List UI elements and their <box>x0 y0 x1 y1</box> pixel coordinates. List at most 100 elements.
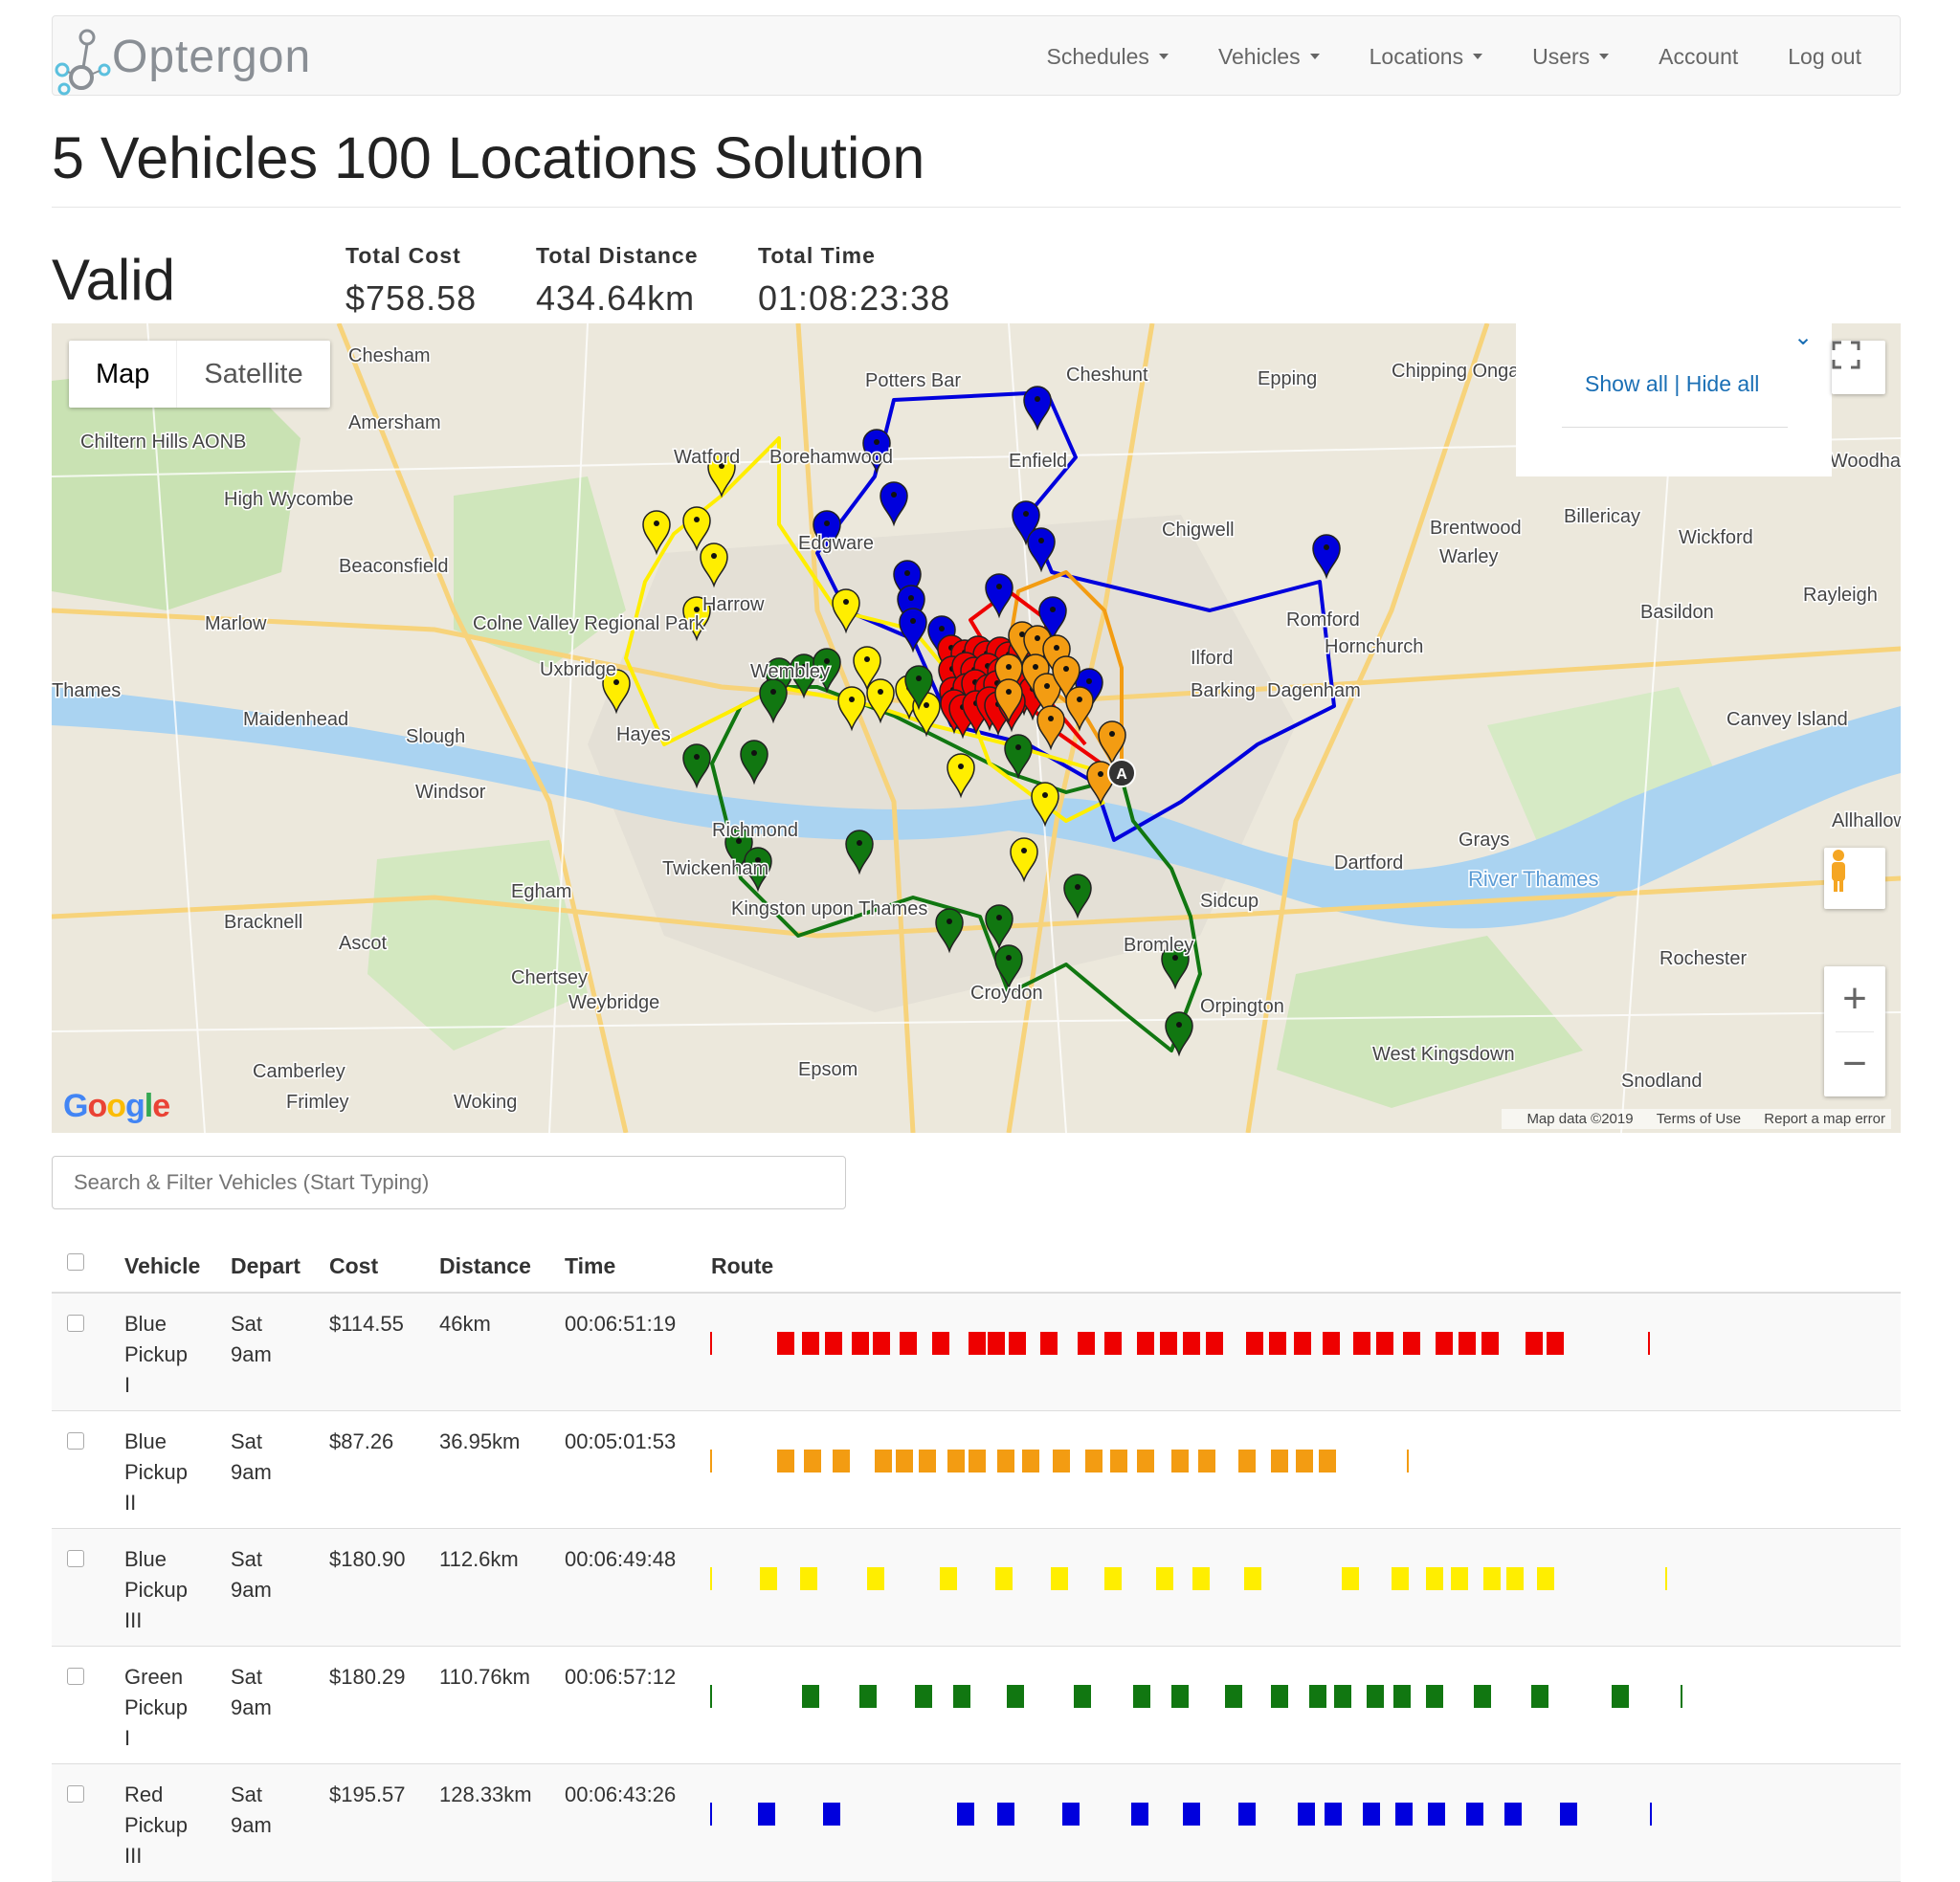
route-stop-block[interactable] <box>953 1685 970 1708</box>
route-stop-block[interactable] <box>1483 1567 1501 1590</box>
route-stop-block[interactable] <box>1334 1685 1351 1708</box>
route-stop-block[interactable] <box>1074 1685 1091 1708</box>
map-type-map-button[interactable]: Map <box>69 341 176 408</box>
nav-schedules[interactable]: Schedules <box>1047 44 1169 70</box>
show-all-link[interactable]: Show all <box>1585 371 1668 396</box>
route-stop-block[interactable] <box>1183 1332 1200 1355</box>
route-stop-block[interactable] <box>1537 1567 1554 1590</box>
nav-account[interactable]: Account <box>1659 44 1738 70</box>
route-stop-block[interactable] <box>833 1450 850 1472</box>
route-stop-block[interactable] <box>1238 1450 1256 1472</box>
route-stop-block[interactable] <box>825 1332 842 1355</box>
route-stop-block[interactable] <box>1426 1567 1443 1590</box>
table-row[interactable]: Red Pickup III Sat 9am $195.57 128.33km … <box>52 1764 1901 1882</box>
route-stop-block[interactable] <box>1395 1803 1413 1826</box>
row-select-checkbox[interactable] <box>67 1668 84 1685</box>
nav-users[interactable]: Users <box>1532 44 1610 70</box>
route-stop-block[interactable] <box>896 1450 913 1472</box>
route-stop-block[interactable] <box>1481 1332 1499 1355</box>
route-stop-block[interactable] <box>1363 1803 1380 1826</box>
route-stop-block[interactable] <box>1296 1450 1313 1472</box>
route-stop-block[interactable] <box>1110 1450 1127 1472</box>
vehicle-search-input[interactable] <box>52 1156 846 1209</box>
route-stop-block[interactable] <box>1156 1567 1173 1590</box>
route-stop-block[interactable] <box>1309 1685 1326 1708</box>
table-row[interactable]: Blue Pickup III Sat 9am $180.90 112.6km … <box>52 1529 1901 1647</box>
map-marker-yellow[interactable] <box>682 506 711 552</box>
route-stop-block[interactable] <box>760 1567 777 1590</box>
route-stop-block[interactable] <box>1325 1803 1342 1826</box>
route-stop-block[interactable] <box>800 1567 817 1590</box>
route-map[interactable]: A Chesham Amersham Chiltern Hills AONB High… <box>52 323 1901 1133</box>
table-row[interactable]: Blue Pickup I Sat 9am $114.55 46km 00:06… <box>52 1294 1901 1411</box>
route-stop-block[interactable] <box>1526 1332 1543 1355</box>
route-stop-block[interactable] <box>1160 1332 1177 1355</box>
zoom-in-button[interactable]: + <box>1842 966 1867 1031</box>
route-stop-block[interactable] <box>802 1332 819 1355</box>
route-stop-block[interactable] <box>1198 1450 1215 1472</box>
route-stop-block[interactable] <box>1271 1685 1288 1708</box>
nav-vehicles[interactable]: Vehicles <box>1218 44 1320 70</box>
route-stop-block[interactable] <box>900 1332 917 1355</box>
route-stop-block[interactable] <box>777 1450 794 1472</box>
route-stop-block[interactable] <box>758 1803 775 1826</box>
route-stop-block[interactable] <box>1171 1450 1189 1472</box>
route-stop-block[interactable] <box>1547 1332 1564 1355</box>
route-stop-block[interactable] <box>1367 1685 1384 1708</box>
route-stop-block[interactable] <box>957 1803 974 1826</box>
map-type-satellite-button[interactable]: Satellite <box>176 341 329 408</box>
route-stop-block[interactable] <box>1271 1450 1288 1472</box>
route-stop-block[interactable] <box>852 1332 869 1355</box>
route-stop-block[interactable] <box>1392 1567 1409 1590</box>
depot-marker[interactable]: A <box>1107 759 1136 787</box>
row-select-checkbox[interactable] <box>67 1785 84 1803</box>
route-stop-block[interactable] <box>932 1332 949 1355</box>
route-stop-block[interactable] <box>1466 1803 1483 1826</box>
route-stop-block[interactable] <box>1342 1567 1359 1590</box>
route-stop-block[interactable] <box>1053 1450 1070 1472</box>
route-stop-block[interactable] <box>1246 1332 1263 1355</box>
report-error-link[interactable]: Report a map error <box>1764 1111 1885 1127</box>
route-stop-block[interactable] <box>1319 1450 1336 1472</box>
route-stop-block[interactable] <box>867 1567 884 1590</box>
route-stop-block[interactable] <box>997 1450 1014 1472</box>
route-stop-block[interactable] <box>1323 1332 1340 1355</box>
header-cost[interactable]: Cost <box>329 1253 378 1279</box>
route-stop-block[interactable] <box>777 1332 794 1355</box>
route-stop-block[interactable] <box>1428 1803 1445 1826</box>
route-stop-block[interactable] <box>1238 1803 1256 1826</box>
nav-logout[interactable]: Log out <box>1788 44 1861 70</box>
zoom-out-button[interactable]: − <box>1842 1032 1867 1097</box>
select-all-checkbox[interactable] <box>67 1253 84 1271</box>
route-stop-block[interactable] <box>1393 1685 1411 1708</box>
route-stop-block[interactable] <box>969 1450 986 1472</box>
route-stop-block[interactable] <box>1298 1803 1315 1826</box>
route-stop-block[interactable] <box>1137 1450 1154 1472</box>
route-stop-block[interactable] <box>1225 1685 1242 1708</box>
route-stop-block[interactable] <box>915 1685 932 1708</box>
route-stop-block[interactable] <box>1353 1332 1370 1355</box>
terms-link[interactable]: Terms of Use <box>1657 1111 1741 1127</box>
route-stop-block[interactable] <box>1426 1685 1443 1708</box>
table-row[interactable]: Blue Pickup II Sat 9am $87.26 36.95km 00… <box>52 1411 1901 1529</box>
route-stop-block[interactable] <box>919 1450 936 1472</box>
route-stop-block[interactable] <box>873 1332 890 1355</box>
route-stop-block[interactable] <box>823 1803 840 1826</box>
row-select-checkbox[interactable] <box>67 1315 84 1332</box>
route-stop-block[interactable] <box>1085 1450 1102 1472</box>
route-stop-block[interactable] <box>995 1567 1013 1590</box>
table-row[interactable]: Green Pickup I Sat 9am $180.29 110.76km … <box>52 1647 1901 1764</box>
route-stop-block[interactable] <box>1244 1567 1261 1590</box>
route-stop-block[interactable] <box>969 1332 986 1355</box>
fullscreen-button[interactable] <box>1832 341 1885 394</box>
route-stop-block[interactable] <box>1612 1685 1629 1708</box>
row-select-checkbox[interactable] <box>67 1432 84 1450</box>
route-stop-block[interactable] <box>1009 1332 1026 1355</box>
header-distance[interactable]: Distance <box>439 1253 531 1279</box>
route-stop-block[interactable] <box>1022 1450 1039 1472</box>
route-stop-block[interactable] <box>1560 1803 1577 1826</box>
route-stop-block[interactable] <box>804 1450 821 1472</box>
route-stop-block[interactable] <box>1206 1332 1223 1355</box>
route-stop-block[interactable] <box>1133 1685 1150 1708</box>
route-stop-block[interactable] <box>1062 1803 1080 1826</box>
